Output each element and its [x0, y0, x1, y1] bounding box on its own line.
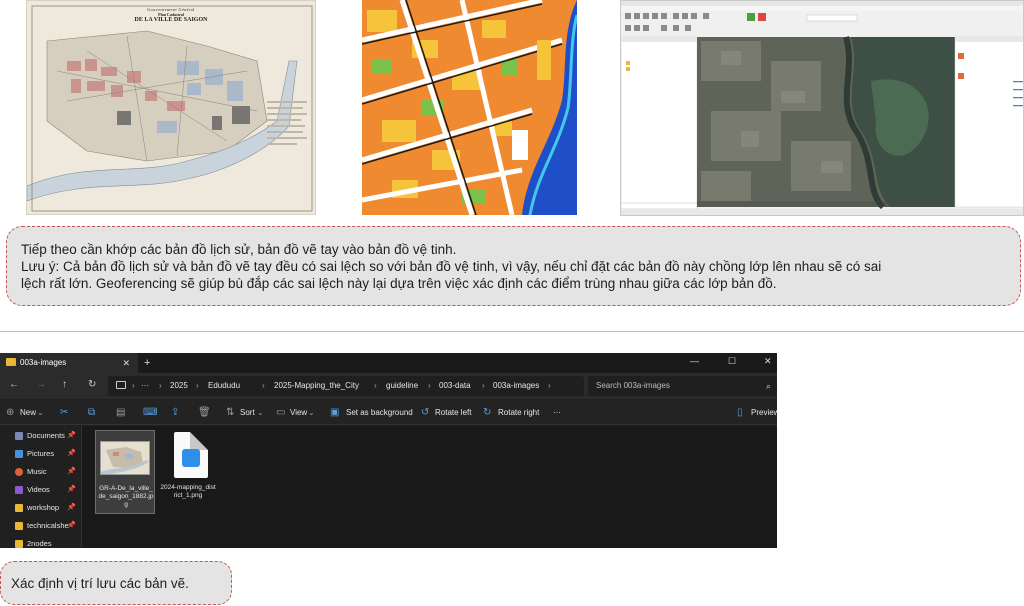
rotate-left-icon: ↺	[421, 407, 430, 418]
set-background-icon: ▣	[330, 407, 340, 418]
explorer-tab[interactable]: 003a-images ✕	[0, 353, 138, 373]
explorer-toolbar: ⊕ New ⌄ ✂ ⧉ ▤ ⌨ ⇪ 🗑 ⇅ Sort ⌄ ▭ View ⌄ ▣ …	[0, 400, 777, 425]
delete-icon[interactable]: 🗑	[198, 400, 211, 425]
callout-line-2: Lưu ý: Cả bản đồ lịch sử và bản đồ vẽ ta…	[21, 259, 882, 274]
documents-icon	[15, 432, 23, 440]
png-file-icon	[174, 432, 208, 478]
callout-bottom-text: Xác định vị trí lưu các bản vẽ.	[11, 576, 189, 591]
hand-drawn-map-image	[362, 0, 577, 215]
instruction-callout: Tiếp theo cần khớp các bản đồ lịch sử, b…	[6, 226, 1021, 306]
historical-map-drawing	[27, 1, 315, 214]
pictures-icon	[15, 450, 23, 458]
folder-icon	[15, 522, 23, 530]
preview-icon: ▯	[737, 407, 743, 418]
section-divider	[0, 331, 1024, 332]
rename-icon[interactable]: ⌨	[143, 400, 157, 425]
breadcrumb-edududu[interactable]: Edududu	[208, 376, 240, 396]
slide-page: Gouvernement Général Plan Cadastral DE L…	[0, 0, 1024, 606]
sort-icon: ⇅	[226, 407, 235, 418]
computer-icon	[116, 381, 126, 389]
file-name: 2024-mapping_district_1.png	[160, 484, 216, 499]
videos-icon	[15, 486, 23, 494]
folder-icon	[6, 358, 16, 366]
address-bar[interactable]: › ··· › 2025 › Edududu › 2025-Mapping_th…	[108, 376, 584, 396]
explorer-tab-bar: 003a-images ✕ + — ☐ ✕	[0, 353, 777, 373]
historical-map-title-block: Gouvernement Général Plan Cadastral DE L…	[27, 7, 315, 23]
breadcrumb-guideline[interactable]: guideline	[386, 376, 418, 396]
folder-icon	[15, 540, 23, 548]
file-explorer-window: 003a-images ✕ + — ☐ ✕ ← → ↑ ↻ › ··· › 20…	[0, 353, 777, 548]
pin-icon: 📌	[67, 522, 76, 529]
explorer-tab-title: 003a-images	[20, 358, 67, 367]
breadcrumb-003-data[interactable]: 003-data	[439, 376, 471, 396]
refresh-icon[interactable]: ↻	[88, 379, 96, 390]
new-tab-button[interactable]: +	[144, 353, 150, 373]
breadcrumb-more[interactable]: ···	[141, 376, 149, 396]
callout-line-3: lệch rất lớn. Geoferencing sẽ giúp bù đắ…	[21, 276, 777, 291]
pin-icon: 📌	[67, 432, 76, 439]
rotate-left-button[interactable]: Rotate left	[435, 400, 471, 425]
map-main-title: DE LA VILLE DE SAIGON	[134, 17, 208, 23]
search-icon: ⌕	[765, 381, 771, 391]
qgis-window-drawing	[621, 1, 1023, 215]
breadcrumb-003a-images[interactable]: 003a-images	[493, 376, 539, 396]
minimize-icon[interactable]: —	[690, 353, 699, 369]
rotate-right-icon: ↻	[483, 407, 492, 418]
folder-icon	[15, 504, 23, 512]
explorer-address-row: ← → ↑ ↻ › ··· › 2025 › Edududu › 2025-Ma…	[0, 373, 777, 399]
search-placeholder: Search 003a-images	[596, 381, 670, 390]
file-item-historical-map[interactable]: GR-A-De_la_ville_de_saigon_1882.jpg	[95, 430, 155, 514]
callout-line-1: Tiếp theo cần khớp các bản đồ lịch sử, b…	[21, 242, 457, 257]
historical-map-image: Gouvernement Général Plan Cadastral DE L…	[26, 0, 316, 215]
image-thumbnail	[100, 441, 150, 475]
close-tab-icon[interactable]: ✕	[122, 353, 130, 373]
hand-drawn-map-drawing	[362, 0, 577, 215]
file-item-mapping-district[interactable]: 2024-mapping_district_1.png	[158, 430, 218, 514]
up-icon[interactable]: ↑	[62, 379, 67, 390]
cut-icon[interactable]: ✂	[60, 400, 68, 425]
close-window-icon[interactable]: ✕	[764, 353, 772, 369]
pin-icon: 📌	[67, 486, 76, 493]
rotate-right-button[interactable]: Rotate right	[498, 400, 539, 425]
view-button[interactable]: View	[290, 400, 307, 425]
new-icon: ⊕	[6, 407, 15, 418]
pin-icon: 📌	[67, 450, 76, 457]
set-as-background-button[interactable]: Set as background	[346, 400, 413, 425]
search-input[interactable]: Search 003a-images ⌕	[588, 376, 777, 396]
view-icon: ▭	[276, 407, 286, 418]
breadcrumb-mapping-the-city[interactable]: 2025-Mapping_the_City	[274, 376, 359, 396]
new-button[interactable]: New	[20, 400, 36, 425]
pin-icon: 📌	[67, 504, 76, 511]
file-list-pane: GR-A-De_la_ville_de_saigon_1882.jpg 2024…	[82, 426, 777, 548]
copy-icon[interactable]: ⧉	[88, 400, 95, 425]
share-icon[interactable]: ⇪	[171, 400, 179, 425]
maximize-icon[interactable]: ☐	[728, 353, 736, 369]
sort-button[interactable]: Sort	[240, 400, 255, 425]
preview-button[interactable]: Preview	[751, 400, 777, 425]
pin-icon: 📌	[67, 468, 76, 475]
music-icon	[15, 468, 23, 476]
save-location-callout: Xác định vị trí lưu các bản vẽ.	[0, 561, 232, 605]
breadcrumb-2025[interactable]: 2025	[170, 376, 188, 396]
back-icon[interactable]: ←	[9, 379, 19, 390]
file-name: GR-A-De_la_ville_de_saigon_1882.jpg	[98, 485, 154, 508]
paste-icon[interactable]: ▤	[116, 400, 125, 425]
more-options-button[interactable]: ···	[553, 400, 561, 425]
forward-icon[interactable]: →	[36, 379, 46, 390]
navigation-pane: Documents 📌 Pictures 📌 Music 📌 Videos 📌	[0, 426, 82, 548]
qgis-screenshot	[620, 0, 1024, 216]
